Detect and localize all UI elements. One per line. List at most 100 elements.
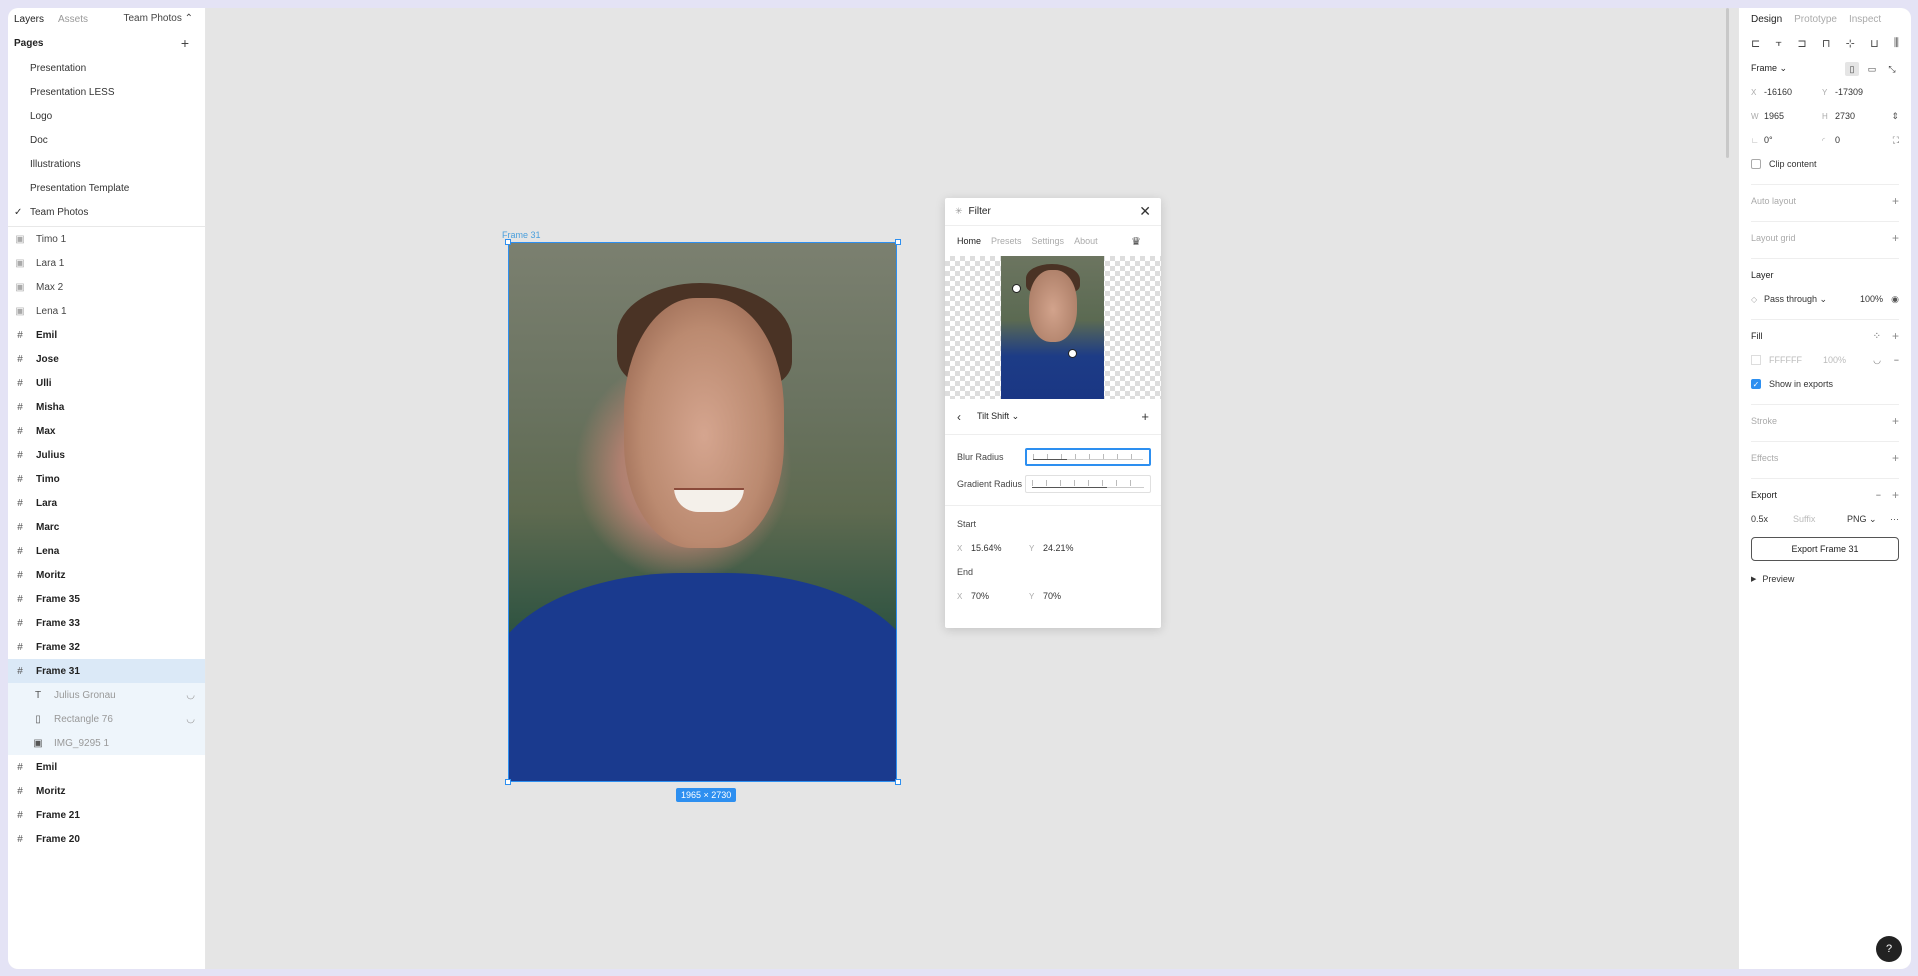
resize-handle[interactable] — [505, 779, 511, 785]
page-item[interactable]: Illustrations — [8, 152, 205, 176]
layer-row[interactable]: # Frame 35 — [8, 587, 205, 611]
export-suffix-input[interactable]: Suffix — [1793, 514, 1847, 524]
show-in-exports-checkbox[interactable]: ✓ — [1751, 379, 1761, 389]
tab-layers[interactable]: Layers — [14, 14, 44, 25]
export-scale-input[interactable]: 0.5x — [1751, 514, 1793, 524]
layer-row[interactable]: # Max — [8, 419, 205, 443]
tab-prototype[interactable]: Prototype — [1794, 14, 1837, 25]
layer-row[interactable]: # Emil — [8, 755, 205, 779]
layer-row[interactable]: # Frame 20 — [8, 827, 205, 851]
visibility-eye-icon[interactable]: ◉ — [1891, 294, 1899, 305]
fill-opacity-input[interactable]: 100% — [1823, 355, 1846, 365]
layer-row[interactable]: # Frame 33 — [8, 611, 205, 635]
align-center-h-icon[interactable]: ⫟ — [1775, 37, 1782, 50]
filter-name-dropdown[interactable]: Tilt Shift ⌄ — [977, 411, 1019, 422]
gradient-radius-slider[interactable] — [1025, 474, 1151, 493]
blur-radius-slider[interactable] — [1025, 447, 1151, 466]
layer-row[interactable]: ▯ Rectangle 76 ◡ — [8, 707, 205, 731]
fill-hex-input[interactable]: FFFFFF — [1769, 355, 1823, 365]
fill-visibility-icon[interactable]: ◡ — [1873, 355, 1881, 366]
align-right-icon[interactable]: ⊐ — [1797, 37, 1806, 50]
page-switcher[interactable]: Team Photos ⌃ — [123, 13, 193, 24]
align-bottom-icon[interactable]: ⊔ — [1870, 37, 1879, 50]
align-left-icon[interactable]: ⊏ — [1751, 37, 1760, 50]
page-item[interactable]: Doc — [8, 128, 205, 152]
constrain-proportions-icon[interactable]: ⇕ — [1891, 111, 1899, 122]
layer-row[interactable]: # Julius — [8, 443, 205, 467]
resize-handle[interactable] — [505, 239, 511, 245]
h-input[interactable]: 2730 — [1835, 111, 1893, 121]
add-stroke-icon[interactable]: + — [1892, 414, 1899, 428]
page-item[interactable]: Presentation LESS — [8, 80, 205, 104]
clip-content-row[interactable]: Clip content — [1751, 152, 1899, 176]
add-fill-icon[interactable]: + — [1892, 329, 1899, 343]
more-options-icon[interactable]: ⋯ — [1890, 514, 1899, 525]
add-effect-icon[interactable]: + — [1892, 451, 1899, 465]
resize-to-fit-icon[interactable]: ⤡ — [1885, 62, 1899, 76]
layer-row[interactable]: T Julius Gronau ◡ — [8, 683, 205, 707]
align-center-v-icon[interactable]: ⊹ — [1846, 37, 1855, 50]
layer-row[interactable]: # Moritz — [8, 563, 205, 587]
add-layout-grid-icon[interactable]: + — [1892, 231, 1899, 245]
layer-row[interactable]: # Marc — [8, 515, 205, 539]
fill-styles-icon[interactable]: ⁘ — [1873, 331, 1881, 342]
landscape-icon[interactable]: ▭ — [1865, 62, 1879, 76]
start-x-input[interactable]: 15.64% — [971, 543, 1029, 553]
canvas-scrollbar[interactable] — [1726, 8, 1729, 158]
crown-icon[interactable]: ♛ — [1131, 235, 1141, 248]
clip-content-checkbox[interactable] — [1751, 159, 1761, 169]
independent-corners-icon[interactable]: ⛶ — [1893, 135, 1899, 146]
layer-row[interactable]: # Frame 31 — [8, 659, 205, 683]
tab-design[interactable]: Design — [1751, 14, 1782, 25]
w-input[interactable]: 1965 — [1764, 111, 1822, 121]
page-item[interactable]: Presentation Template — [8, 176, 205, 200]
add-icon[interactable]: + — [1141, 409, 1149, 424]
hidden-eye-icon[interactable]: ◡ — [186, 690, 195, 701]
layer-row[interactable]: ▣ IMG_9295 1 — [8, 731, 205, 755]
end-x-input[interactable]: 70% — [971, 591, 1029, 601]
tab-about[interactable]: About — [1074, 236, 1098, 246]
end-y-input[interactable]: 70% — [1043, 591, 1101, 601]
layer-row[interactable]: # Lara — [8, 491, 205, 515]
end-point-handle[interactable] — [1068, 349, 1077, 358]
remove-export-icon[interactable]: − — [1876, 490, 1881, 500]
hidden-eye-icon[interactable]: ◡ — [186, 714, 195, 725]
resize-handle[interactable] — [895, 239, 901, 245]
layer-row[interactable]: # Frame 21 — [8, 803, 205, 827]
resize-handle[interactable] — [895, 779, 901, 785]
layer-row[interactable]: # Timo — [8, 467, 205, 491]
page-item[interactable]: Logo — [8, 104, 205, 128]
frame-type-dropdown[interactable]: Frame ⌄ — [1751, 63, 1787, 74]
back-arrow-icon[interactable]: ‹ — [957, 410, 961, 424]
layer-row[interactable]: # Frame 32 — [8, 635, 205, 659]
layer-row[interactable]: ▣ Lara 1 — [8, 251, 205, 275]
add-auto-layout-icon[interactable]: + — [1892, 194, 1899, 208]
close-icon[interactable]: ✕ — [1139, 203, 1151, 220]
tab-home[interactable]: Home — [957, 236, 981, 246]
layer-row[interactable]: # Moritz — [8, 779, 205, 803]
rotation-input[interactable]: 0° — [1764, 135, 1822, 145]
radius-input[interactable]: 0 — [1835, 135, 1893, 145]
distribute-icon[interactable]: ⫼ — [1894, 37, 1899, 50]
layer-row[interactable]: # Emil — [8, 323, 205, 347]
layer-row[interactable]: ▣ Timo 1 — [8, 227, 205, 251]
layer-opacity-input[interactable]: 100% — [1860, 294, 1883, 304]
align-top-icon[interactable]: ⊓ — [1822, 37, 1831, 50]
add-export-icon[interactable]: + — [1892, 488, 1899, 502]
show-exports-row[interactable]: ✓ Show in exports — [1751, 372, 1899, 396]
tab-settings[interactable]: Settings — [1032, 236, 1065, 246]
start-point-handle[interactable] — [1012, 284, 1021, 293]
layer-row[interactable]: ▣ Lena 1 — [8, 299, 205, 323]
x-input[interactable]: -16160 — [1764, 87, 1822, 97]
export-button[interactable]: Export Frame 31 — [1751, 537, 1899, 561]
layer-row[interactable]: # Jose — [8, 347, 205, 371]
tab-presets[interactable]: Presets — [991, 236, 1022, 246]
y-input[interactable]: -17309 — [1835, 87, 1893, 97]
add-page-icon[interactable]: + — [181, 35, 189, 51]
tab-inspect[interactable]: Inspect — [1849, 14, 1881, 25]
preview-toggle[interactable]: ▶ Preview — [1751, 567, 1899, 591]
layer-row[interactable]: ▣ Max 2 — [8, 275, 205, 299]
frame-31-photo[interactable] — [508, 242, 897, 782]
layer-row[interactable]: # Misha — [8, 395, 205, 419]
export-format-dropdown[interactable]: PNG ⌄ — [1847, 514, 1877, 525]
